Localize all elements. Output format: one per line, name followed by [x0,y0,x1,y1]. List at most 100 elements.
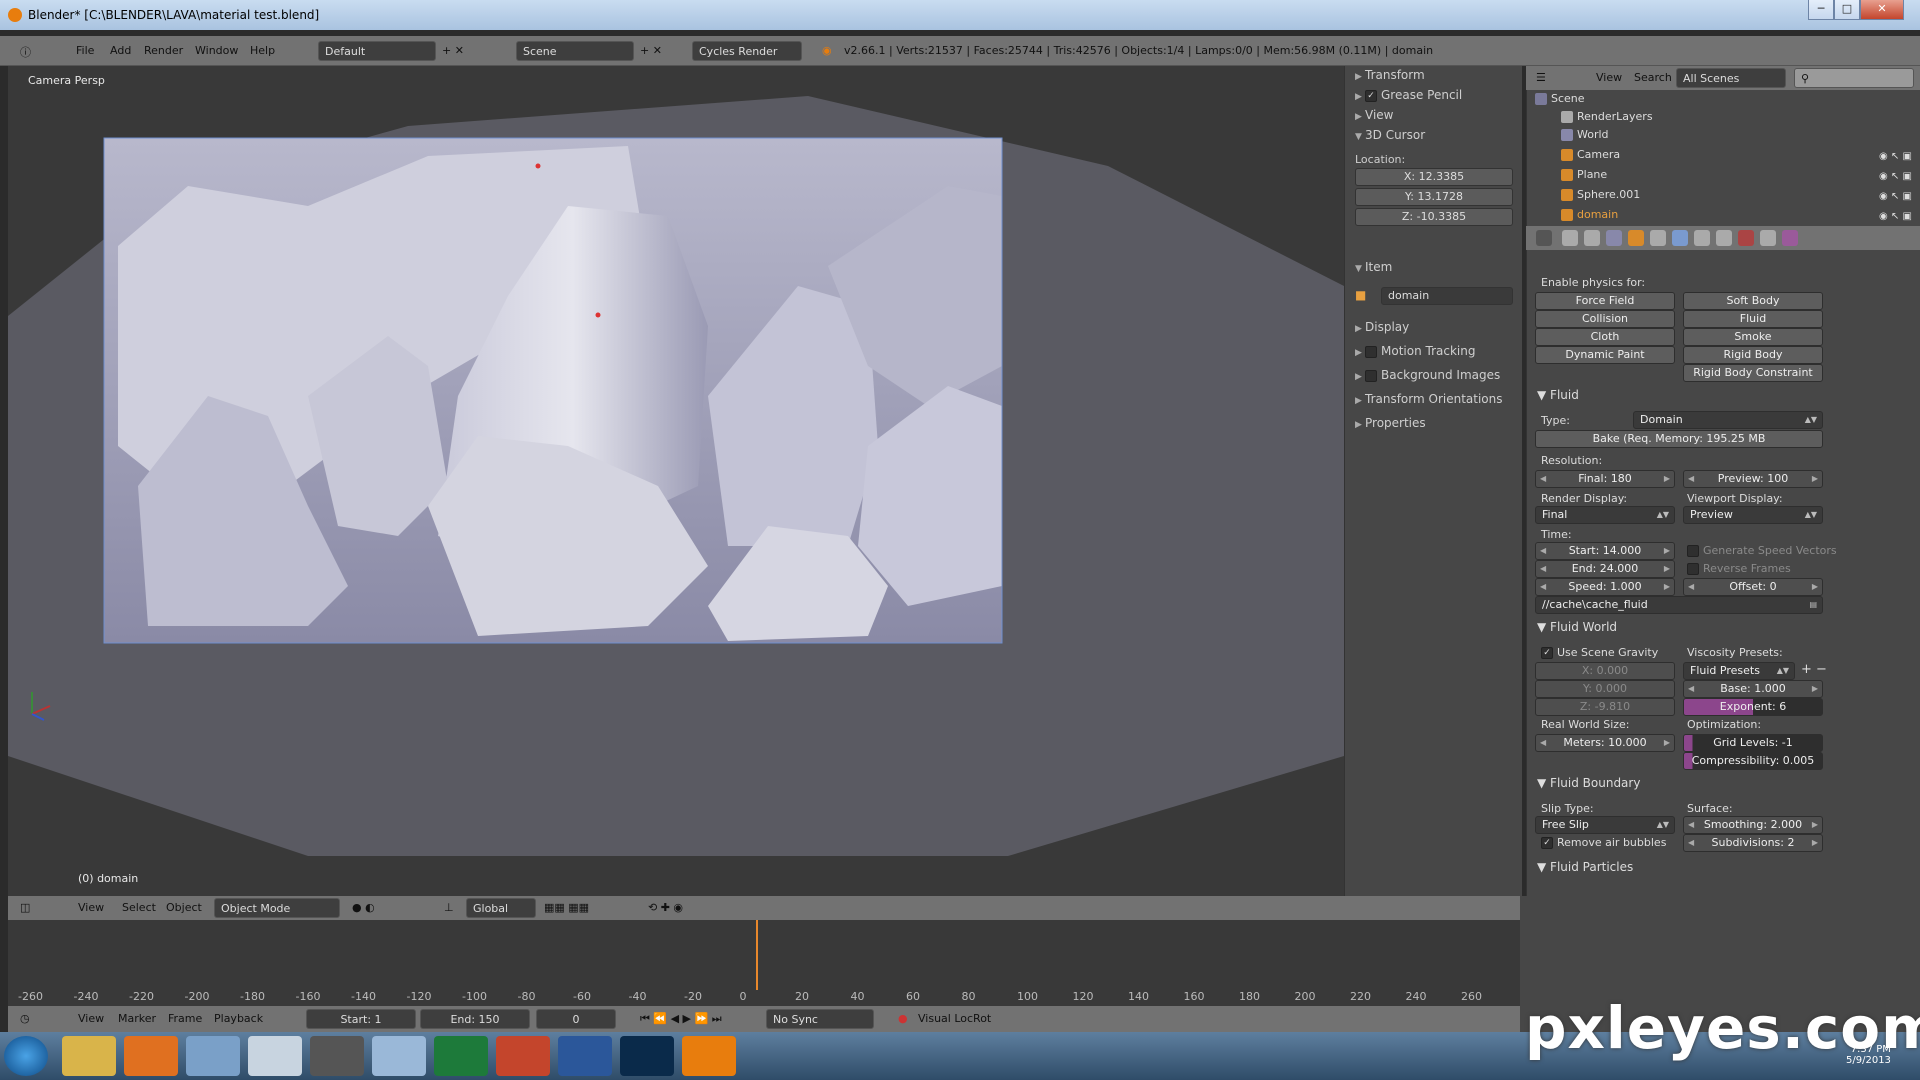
scene-select[interactable]: Scene [516,41,634,61]
word-taskbar-icon[interactable] [558,1036,612,1076]
panel-3d-cursor[interactable]: ▼ 3D Cursor [1355,128,1425,142]
cursor-y-field[interactable]: Y: 13.1728 [1355,188,1513,206]
rigid-body-button[interactable]: Rigid Body [1683,346,1823,364]
cloth-button[interactable]: Cloth [1535,328,1675,346]
timeline-frame-menu[interactable]: Frame [168,1012,202,1025]
photoshop-taskbar-icon[interactable] [620,1036,674,1076]
soft-body-button[interactable]: Soft Body [1683,292,1823,310]
fluid-type-select[interactable]: Domain ▲▼ [1633,411,1823,429]
outliner-search-input[interactable]: ⚲ [1794,68,1914,88]
display-mode-select[interactable]: All Scenes [1676,68,1786,88]
cursor-z-field[interactable]: Z: -10.3385 [1355,208,1513,226]
preview-resolution-field[interactable]: ◀ Preview: 100 ▶ [1683,470,1823,488]
app-taskbar-icon[interactable] [186,1036,240,1076]
powerpoint-taskbar-icon[interactable] [496,1036,550,1076]
use-scene-gravity-checkbox[interactable]: ✓ Use Scene Gravity [1541,646,1658,659]
viewport-editor-icon[interactable]: ◫ [20,901,30,914]
panel-motion-tracking[interactable]: ▶ Motion Tracking [1355,344,1475,358]
maximize-button[interactable]: □ [1834,0,1860,20]
3d-viewport[interactable]: Camera Persp (0) domain [8,66,1344,896]
viscosity-exponent-slider[interactable]: Exponent: 6 [1683,698,1823,716]
snap-icons[interactable]: ⟲ ✚ ◉ [648,901,683,914]
item-name-field[interactable]: domain [1381,287,1513,305]
object-tab-icon[interactable] [1628,230,1644,246]
outliner-row-world[interactable]: World [1561,128,1920,148]
menu-file[interactable]: File [76,44,94,57]
physics-tab-icon[interactable] [1782,230,1798,246]
reverse-frames-checkbox[interactable]: Reverse Frames [1687,562,1791,575]
outliner-row-sphere[interactable]: Sphere.001 ◉ ↖ ▣ [1561,188,1920,208]
playback-controls[interactable]: ⏮ ⏪ ◀ ▶ ⏩ ⏭ [640,1012,722,1026]
app-taskbar-icon[interactable] [372,1036,426,1076]
fluid-world-section-header[interactable]: ▼ Fluid World [1537,620,1617,634]
eye-icon[interactable]: ◉ ↖ ▣ [1879,171,1912,182]
bake-button[interactable]: Bake (Req. Memory: 195.25 MB [1535,430,1823,448]
smoke-button[interactable]: Smoke [1683,328,1823,346]
mode-select[interactable]: Object Mode [214,898,340,918]
panel-item[interactable]: ▼ Item [1355,260,1392,274]
speed-field[interactable]: ◀ Speed: 1.000 ▶ [1535,578,1675,596]
rigid-body-constraint-button[interactable]: Rigid Body Constraint [1683,364,1823,382]
gravity-z-field[interactable]: Z: -9.810 [1535,698,1675,716]
remove-air-bubbles-checkbox[interactable]: ✓ Remove air bubbles [1541,836,1666,849]
viscosity-base-field[interactable]: ◀ Base: 1.000 ▶ [1683,680,1823,698]
end-frame-field[interactable]: End: 150 [420,1009,530,1029]
final-resolution-field[interactable]: ◀ Final: 180 ▶ [1535,470,1675,488]
close-button[interactable]: ✕ [1860,0,1904,20]
add-preset-button[interactable]: + − [1801,662,1827,677]
render-display-select[interactable]: Final ▲▼ [1535,506,1675,524]
eye-icon[interactable]: ◉ ↖ ▣ [1879,191,1912,202]
texture-tab-icon[interactable] [1738,230,1754,246]
scene-tab-icon[interactable] [1584,230,1600,246]
add-layout-button[interactable]: + ✕ [442,44,464,57]
orientation-select[interactable]: Global [466,898,536,918]
viewport-object-menu[interactable]: Object [166,901,202,914]
outliner-editor-icon[interactable]: ☰ [1536,71,1546,84]
timeline-editor-icon[interactable]: ◷ [20,1012,30,1025]
manipulator-icon[interactable]: ⊥ [444,901,454,914]
panel-transform-orientations[interactable]: ▶ Transform Orientations [1355,392,1503,406]
timeline-marker-menu[interactable]: Marker [118,1012,156,1025]
smoothing-field[interactable]: ◀ Smoothing: 2.000 ▶ [1683,816,1823,834]
panel-view[interactable]: ▶ View [1355,108,1393,122]
panel-display[interactable]: ▶ Display [1355,320,1409,334]
viewport-select-menu[interactable]: Select [122,901,156,914]
menu-render[interactable]: Render [144,44,183,57]
panel-background-images[interactable]: ▶ Background Images [1355,368,1500,382]
outliner-row-scene[interactable]: Scene [1535,92,1920,112]
menu-help[interactable]: Help [250,44,275,57]
panel-transform[interactable]: ▶ Transform [1355,68,1425,82]
data-tab-icon[interactable] [1694,230,1710,246]
menu-add[interactable]: Add [110,44,131,57]
fluid-presets-select[interactable]: Fluid Presets ▲▼ [1683,662,1795,680]
timeline-view-menu[interactable]: View [78,1012,104,1025]
panel-properties[interactable]: ▶ Properties [1355,416,1426,430]
fluid-boundary-section-header[interactable]: ▼ Fluid Boundary [1537,776,1640,790]
eye-icon[interactable]: ◉ ↖ ▣ [1879,151,1912,162]
fluid-section-header[interactable]: ▼ Fluid [1537,388,1579,402]
outliner-row-camera[interactable]: Camera ◉ ↖ ▣ [1561,148,1920,168]
compressibility-slider[interactable]: Compressibility: 0.005 [1683,752,1823,770]
slip-type-select[interactable]: Free Slip ▲▼ [1535,816,1675,834]
viewport-view-menu[interactable]: View [78,901,104,914]
current-frame-field[interactable]: 0 [536,1009,616,1029]
panel-grease-pencil[interactable]: ▶ ✓ Grease Pencil [1355,88,1462,102]
material-tab-icon[interactable] [1716,230,1732,246]
eye-icon[interactable]: ◉ ↖ ▣ [1879,211,1912,222]
meters-field[interactable]: ◀ Meters: 10.000 ▶ [1535,734,1675,752]
timeline-playback-menu[interactable]: Playback [214,1012,263,1025]
viewport-display-select[interactable]: Preview ▲▼ [1683,506,1823,524]
particles-tab-icon[interactable] [1760,230,1776,246]
explorer-taskbar-icon[interactable] [62,1036,116,1076]
constraints-tab-icon[interactable] [1650,230,1666,246]
blender-taskbar-icon[interactable] [682,1036,736,1076]
outliner-view-menu[interactable]: View [1596,71,1622,84]
collision-button[interactable]: Collision [1535,310,1675,328]
app-taskbar-icon[interactable] [310,1036,364,1076]
dynamic-paint-button[interactable]: Dynamic Paint [1535,346,1675,364]
offset-field[interactable]: ◀ Offset: 0 ▶ [1683,578,1823,596]
end-time-field[interactable]: ◀ End: 24.000 ▶ [1535,560,1675,578]
outliner-row-renderlayers[interactable]: RenderLayers [1561,110,1920,130]
generate-speed-vectors-checkbox[interactable]: Generate Speed Vectors [1687,544,1837,557]
render-engine-select[interactable]: Cycles Render [692,41,802,61]
